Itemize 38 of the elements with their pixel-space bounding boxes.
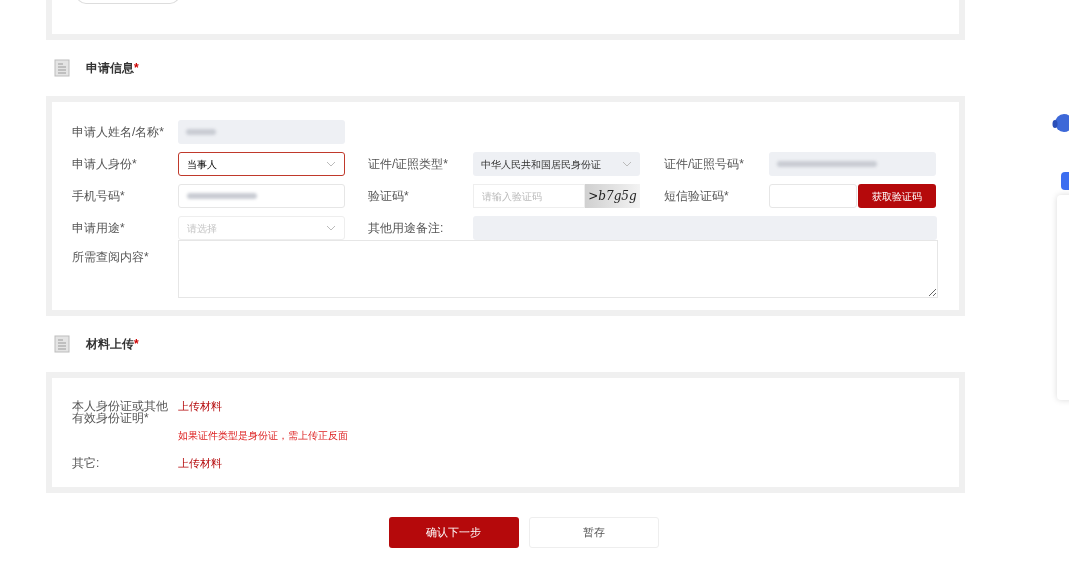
sms-code-field[interactable] xyxy=(769,184,857,208)
field-label: 申请人身份* xyxy=(72,156,138,173)
field-label: 证件/证照类型* xyxy=(368,156,449,173)
chevron-down-icon xyxy=(326,225,336,231)
save-draft-button[interactable]: 暂存 xyxy=(528,517,659,548)
chevron-down-icon xyxy=(326,161,336,167)
document-icon xyxy=(54,59,70,77)
field-label: 本人身份证或其他有效身份证明* xyxy=(72,400,169,424)
content-textarea[interactable] xyxy=(178,240,938,298)
upload-link[interactable]: 上传材料 xyxy=(178,400,348,412)
section-title: 申请信息* xyxy=(86,60,139,77)
section-title: 材料上传* xyxy=(86,336,139,353)
field-label: 其他用途备注: xyxy=(368,220,445,237)
side-tab[interactable] xyxy=(1061,172,1069,190)
field-label: 验证码* xyxy=(368,188,410,205)
captcha-image: >b7g5g xyxy=(585,184,640,208)
upload-link[interactable]: 上传材料 xyxy=(178,457,222,469)
document-icon xyxy=(54,335,70,353)
get-code-button[interactable]: 获取验证码 xyxy=(858,184,936,208)
next-step-button[interactable]: 确认下一步 xyxy=(388,517,519,548)
field-label: 手机号码* xyxy=(72,188,126,205)
identity-select[interactable]: 当事人 xyxy=(178,152,345,176)
id-number-field[interactable] xyxy=(769,152,936,176)
purpose-note-field[interactable] xyxy=(473,216,937,240)
name-field[interactable] xyxy=(178,120,345,144)
captcha-field[interactable]: 请输入验证码 xyxy=(473,184,585,208)
field-label: 申请人姓名/名称* xyxy=(72,124,165,141)
field-label: 证件/证照号码* xyxy=(664,156,745,173)
chevron-down-icon xyxy=(622,161,632,167)
phone-field[interactable] xyxy=(178,184,345,208)
field-label: 所需查阅内容* xyxy=(72,249,150,266)
hint-text: 如果证件类型是身份证，需上传正反面 xyxy=(178,429,348,443)
blurred-value xyxy=(186,129,216,135)
blurred-value xyxy=(187,193,257,199)
id-type-select[interactable]: 中华人民共和国居民身份证 xyxy=(473,152,640,176)
field-label: 申请用途* xyxy=(72,220,126,237)
field-label: 其它: xyxy=(72,457,101,469)
field-label: 短信验证码* xyxy=(664,188,730,205)
